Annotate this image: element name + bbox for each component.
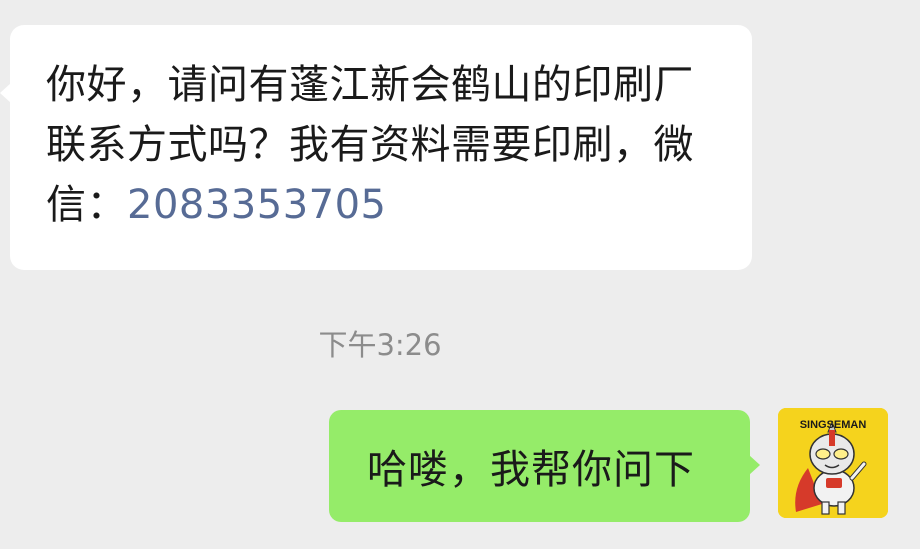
incoming-message-bubble[interactable]: 你好，请问有蓬江新会鹤山的印刷厂联系方式吗？我有资料需要印刷，微信：208335… bbox=[0, 25, 752, 270]
outgoing-message-bubble[interactable]: 哈喽，我帮你问下 bbox=[329, 410, 760, 522]
message-timestamp: 下午3:26 bbox=[318, 328, 442, 362]
chat-window: 你好，请问有蓬江新会鹤山的印刷厂联系方式吗？我有资料需要印刷，微信：208335… bbox=[0, 0, 920, 549]
user-avatar[interactable]: SINGSEMAN bbox=[778, 408, 888, 518]
avatar-label: SINGSEMAN bbox=[800, 419, 867, 431]
outgoing-message-text: 哈喽，我帮你问下 bbox=[367, 447, 695, 493]
incoming-message-text: 你好，请问有蓬江新会鹤山的印刷厂联系方式吗？我有资料需要印刷，微信：208335… bbox=[46, 55, 718, 235]
avatar-label-text: SINGSEMAN bbox=[800, 419, 867, 431]
wechat-id-link[interactable]: 2083353705 bbox=[127, 182, 387, 228]
